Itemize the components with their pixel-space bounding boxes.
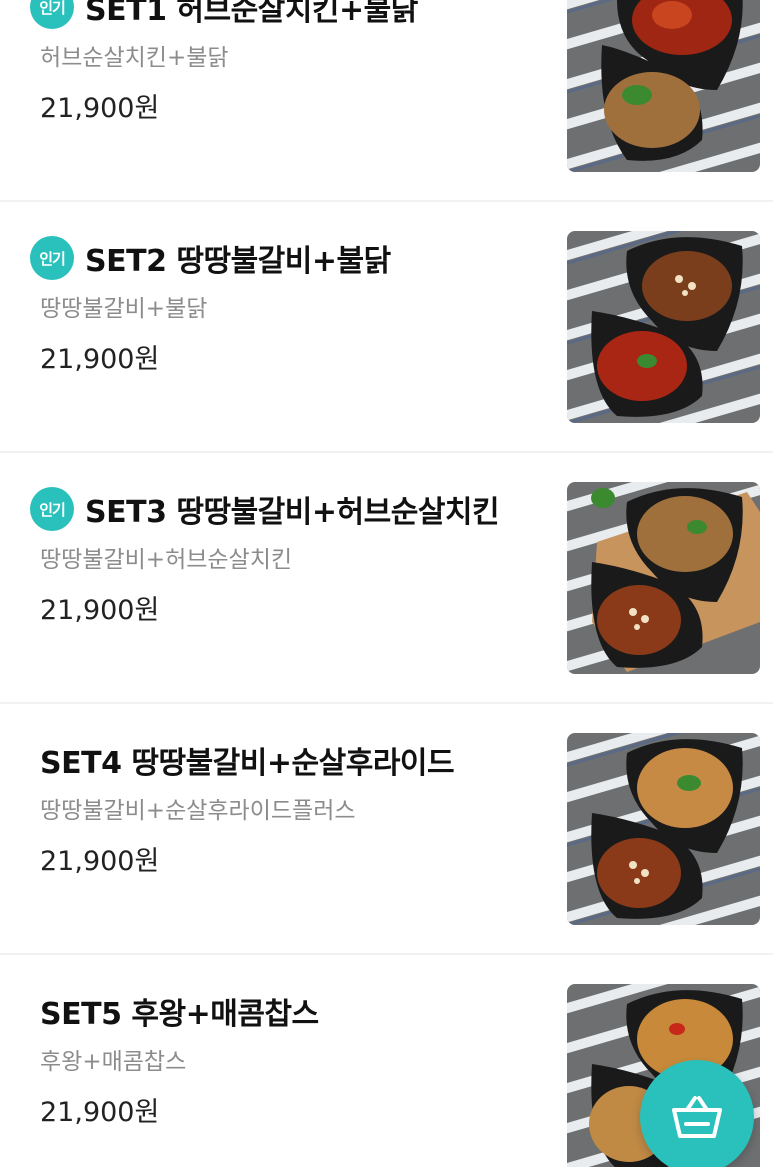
menu-item-set3[interactable]: 인기 SET3 땅땅불갈비+허브순살치킨 땅땅불갈비+허브순살치킨 21,900… [0,454,773,704]
title-row: 인기 SET3 땅땅불갈비+허브순살치킨 [30,486,500,532]
title-row: SET4 땅땅불갈비+순살후라이드 [40,737,455,783]
menu-item-set4[interactable]: SET4 땅땅불갈비+순살후라이드 땅땅불갈비+순살후라이드플러스 21,900… [0,705,773,955]
menu-item-set2[interactable]: 인기 SET2 땅땅불갈비+불닭 땅땅불갈비+불닭 21,900원 [0,203,773,453]
menu-item-description: 허브순살치킨+불닭 [40,45,229,71]
title-row: 인기 SET2 땅땅불갈비+불닭 [30,235,391,281]
popular-badge: 인기 [30,0,74,29]
menu-item-description: 땅땅불갈비+순살후라이드플러스 [40,798,356,824]
menu-item-title: SET4 땅땅불갈비+순살후라이드 [40,746,455,781]
menu-item-description: 땅땅불갈비+허브순살치킨 [40,547,293,573]
menu-item-price: 21,900원 [40,846,160,877]
menu-item-title: SET5 후왕+매콤찹스 [40,997,319,1032]
menu-item-price: 21,900원 [40,1097,160,1128]
basket-icon [672,1096,722,1138]
menu-list: 인기 SET1 허브순살치킨+불닭 허브순살치킨+불닭 21,900원 인기 S… [0,0,773,1167]
title-row: 인기 SET1 허브순살치킨+불닭 [30,0,418,30]
menu-item-photo[interactable] [567,482,760,674]
popular-badge: 인기 [30,487,74,531]
menu-item-set1[interactable]: 인기 SET1 허브순살치킨+불닭 허브순살치킨+불닭 21,900원 [0,0,773,202]
menu-item-price: 21,900원 [40,595,160,626]
title-row: SET5 후왕+매콤찹스 [40,988,319,1034]
menu-item-description: 땅땅불갈비+불닭 [40,296,208,322]
popular-badge: 인기 [30,236,74,280]
menu-item-photo[interactable] [567,733,760,925]
menu-item-photo[interactable] [567,231,760,423]
menu-item-title: SET2 땅땅불갈비+불닭 [85,244,391,279]
menu-item-title: SET3 땅땅불갈비+허브순살치킨 [85,495,500,530]
menu-item-title: SET1 허브순살치킨+불닭 [85,0,418,28]
menu-item-photo[interactable] [567,0,760,172]
cart-button[interactable] [640,1060,754,1167]
menu-item-price: 21,900원 [40,93,160,124]
menu-item-description: 후왕+매콤찹스 [40,1049,187,1075]
menu-item-price: 21,900원 [40,344,160,375]
